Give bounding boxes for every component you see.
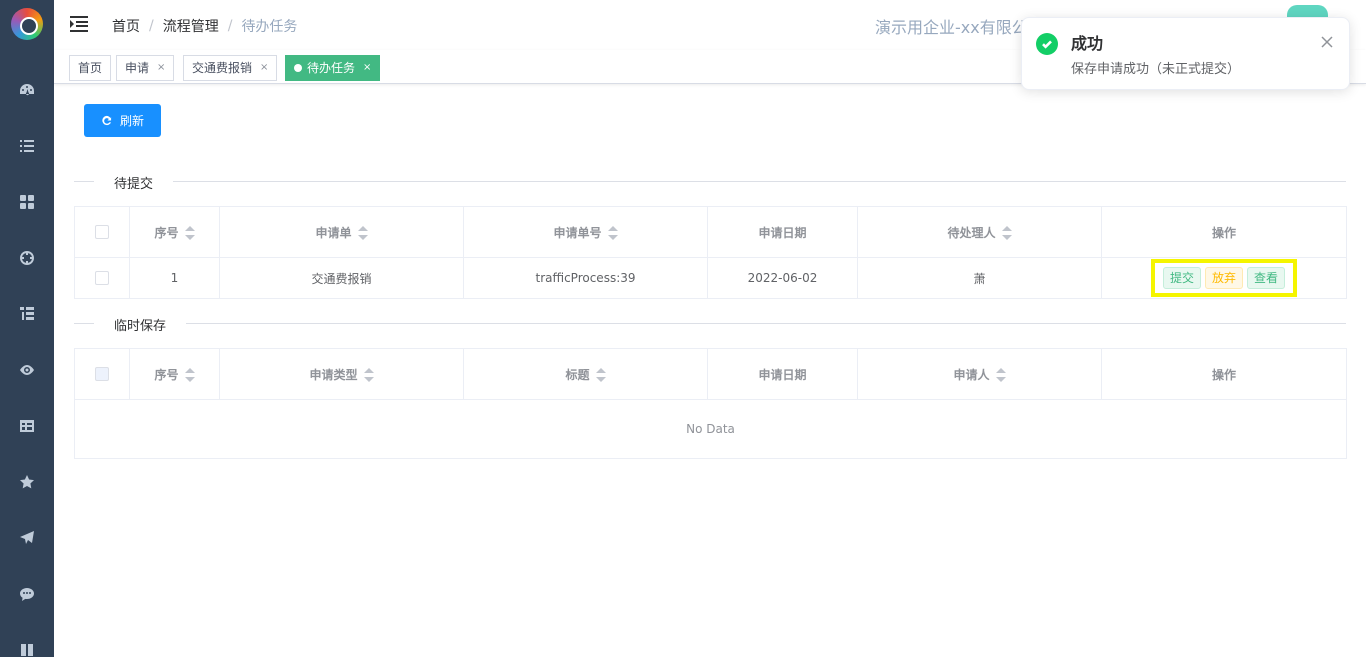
tag-apply[interactable]: 申请 × xyxy=(116,55,175,81)
cell-index: 1 xyxy=(129,257,220,299)
column-header-actions: 操作 xyxy=(1101,206,1347,258)
breadcrumb-separator: / xyxy=(149,18,154,34)
tag-label: 首页 xyxy=(78,61,103,75)
cell-actions: 提交 放弃 查看 xyxy=(1101,257,1347,299)
target-icon[interactable] xyxy=(17,248,37,268)
empty-row: No Data xyxy=(74,399,1347,459)
column-header-index[interactable]: 序号 xyxy=(129,206,220,258)
refresh-icon xyxy=(102,115,112,126)
column-header-date: 申请日期 xyxy=(707,348,858,400)
column-header-actions: 操作 xyxy=(1101,348,1347,400)
company-name: 演示用企业-xx有限公 xyxy=(875,18,1028,37)
column-header-type[interactable]: 申请类型 xyxy=(219,348,464,400)
chat-icon[interactable] xyxy=(17,584,37,604)
actions-highlight: 提交 放弃 查看 xyxy=(1150,259,1298,297)
submit-button[interactable]: 提交 xyxy=(1162,267,1201,289)
refresh-button[interactable]: 刷新 xyxy=(84,104,161,137)
breadcrumb: 首页 / 流程管理 / 待办任务 xyxy=(112,16,297,36)
sort-icon[interactable] xyxy=(184,368,195,382)
row-select-cell xyxy=(74,257,130,299)
tag-label: 待办任务 xyxy=(307,61,356,75)
view-button[interactable]: 查看 xyxy=(1247,267,1286,289)
active-dot-icon xyxy=(294,64,302,72)
sort-icon[interactable] xyxy=(995,368,1006,382)
refresh-label: 刷新 xyxy=(119,114,144,128)
column-header-handler[interactable]: 待处理人 xyxy=(857,206,1102,258)
breadcrumb-current: 待办任务 xyxy=(241,19,298,35)
success-notification: 成功 保存申请成功（未正式提交） xyxy=(1021,17,1350,90)
close-icon[interactable]: × xyxy=(260,56,268,80)
table-header-row: 序号 申请类型 标题 申请日期 申请人 操作 xyxy=(74,348,1347,400)
breadcrumb-process-management[interactable]: 流程管理 xyxy=(163,16,219,36)
sort-icon[interactable] xyxy=(363,368,374,382)
column-header-title[interactable]: 标题 xyxy=(463,348,708,400)
sort-icon[interactable] xyxy=(357,226,368,240)
breadcrumb-separator: / xyxy=(227,18,233,34)
empty-text: No Data xyxy=(74,399,1347,459)
sort-icon[interactable] xyxy=(607,226,618,240)
notification-title: 成功 xyxy=(1071,34,1104,53)
column-header-form[interactable]: 申请单 xyxy=(219,206,464,258)
cell-date: 2022-06-02 xyxy=(707,257,858,299)
sort-icon[interactable] xyxy=(1001,226,1012,240)
table-header-row: 序号 申请单 申请单号 申请日期 待处理人 操作 xyxy=(74,206,1347,258)
select-all-checkbox[interactable] xyxy=(95,225,109,240)
column-header-index[interactable]: 序号 xyxy=(129,348,220,400)
send-icon[interactable] xyxy=(17,528,37,548)
star-icon[interactable] xyxy=(17,472,37,492)
select-all-cell xyxy=(74,348,130,400)
section-title-drafts: 临时保存 xyxy=(94,315,187,334)
success-check-icon xyxy=(1036,33,1058,55)
dashboard-icon[interactable] xyxy=(17,80,37,100)
cell-form-no: trafficProcess:39 xyxy=(463,257,708,299)
column-header-applicant[interactable]: 申请人 xyxy=(857,348,1102,400)
close-icon[interactable]: × xyxy=(157,56,165,80)
tree-icon[interactable] xyxy=(17,304,37,324)
sort-icon[interactable] xyxy=(184,226,195,240)
column-header-form-no[interactable]: 申请单号 xyxy=(463,206,708,258)
book-icon[interactable] xyxy=(17,640,37,657)
close-icon[interactable] xyxy=(1321,36,1333,48)
close-icon[interactable]: × xyxy=(363,56,371,80)
table-icon[interactable] xyxy=(17,416,37,436)
sort-icon[interactable] xyxy=(595,368,606,382)
section-title-pending: 待提交 xyxy=(94,173,174,192)
table-row: 1 交通费报销 trafficProcess:39 2022-06-02 萧 提… xyxy=(74,257,1347,299)
tag-home[interactable]: 首页 xyxy=(69,55,112,81)
cell-form: 交通费报销 xyxy=(219,257,464,299)
eye-icon[interactable] xyxy=(17,360,37,380)
section-divider-pending xyxy=(74,181,1346,182)
drafts-table: 序号 申请类型 标题 申请日期 申请人 操作 No Data xyxy=(74,348,1347,459)
grid-icon[interactable] xyxy=(17,192,37,212)
tag-traffic-reimbursement[interactable]: 交通费报销 × xyxy=(183,55,278,81)
tag-label: 申请 xyxy=(125,61,150,75)
tag-todo-tasks[interactable]: 待办任务 × xyxy=(285,55,381,81)
column-header-date: 申请日期 xyxy=(707,206,858,258)
menu-toggle-icon[interactable] xyxy=(70,15,90,35)
pending-table: 序号 申请单 申请单号 申请日期 待处理人 操作 1 交通费报销 traffic… xyxy=(74,206,1347,299)
breadcrumb-home[interactable]: 首页 xyxy=(112,16,140,36)
tag-label: 交通费报销 xyxy=(192,61,253,75)
cell-handler: 萧 xyxy=(857,257,1102,299)
section-divider-drafts xyxy=(74,323,1346,324)
notification-message: 保存申请成功（未正式提交） xyxy=(1071,62,1241,77)
sidebar xyxy=(0,0,54,657)
list-icon[interactable] xyxy=(17,136,37,156)
row-checkbox[interactable] xyxy=(95,271,109,286)
select-all-checkbox xyxy=(95,367,109,382)
select-all-cell xyxy=(74,206,130,258)
abandon-button[interactable]: 放弃 xyxy=(1204,267,1243,289)
app-logo[interactable] xyxy=(11,8,43,40)
